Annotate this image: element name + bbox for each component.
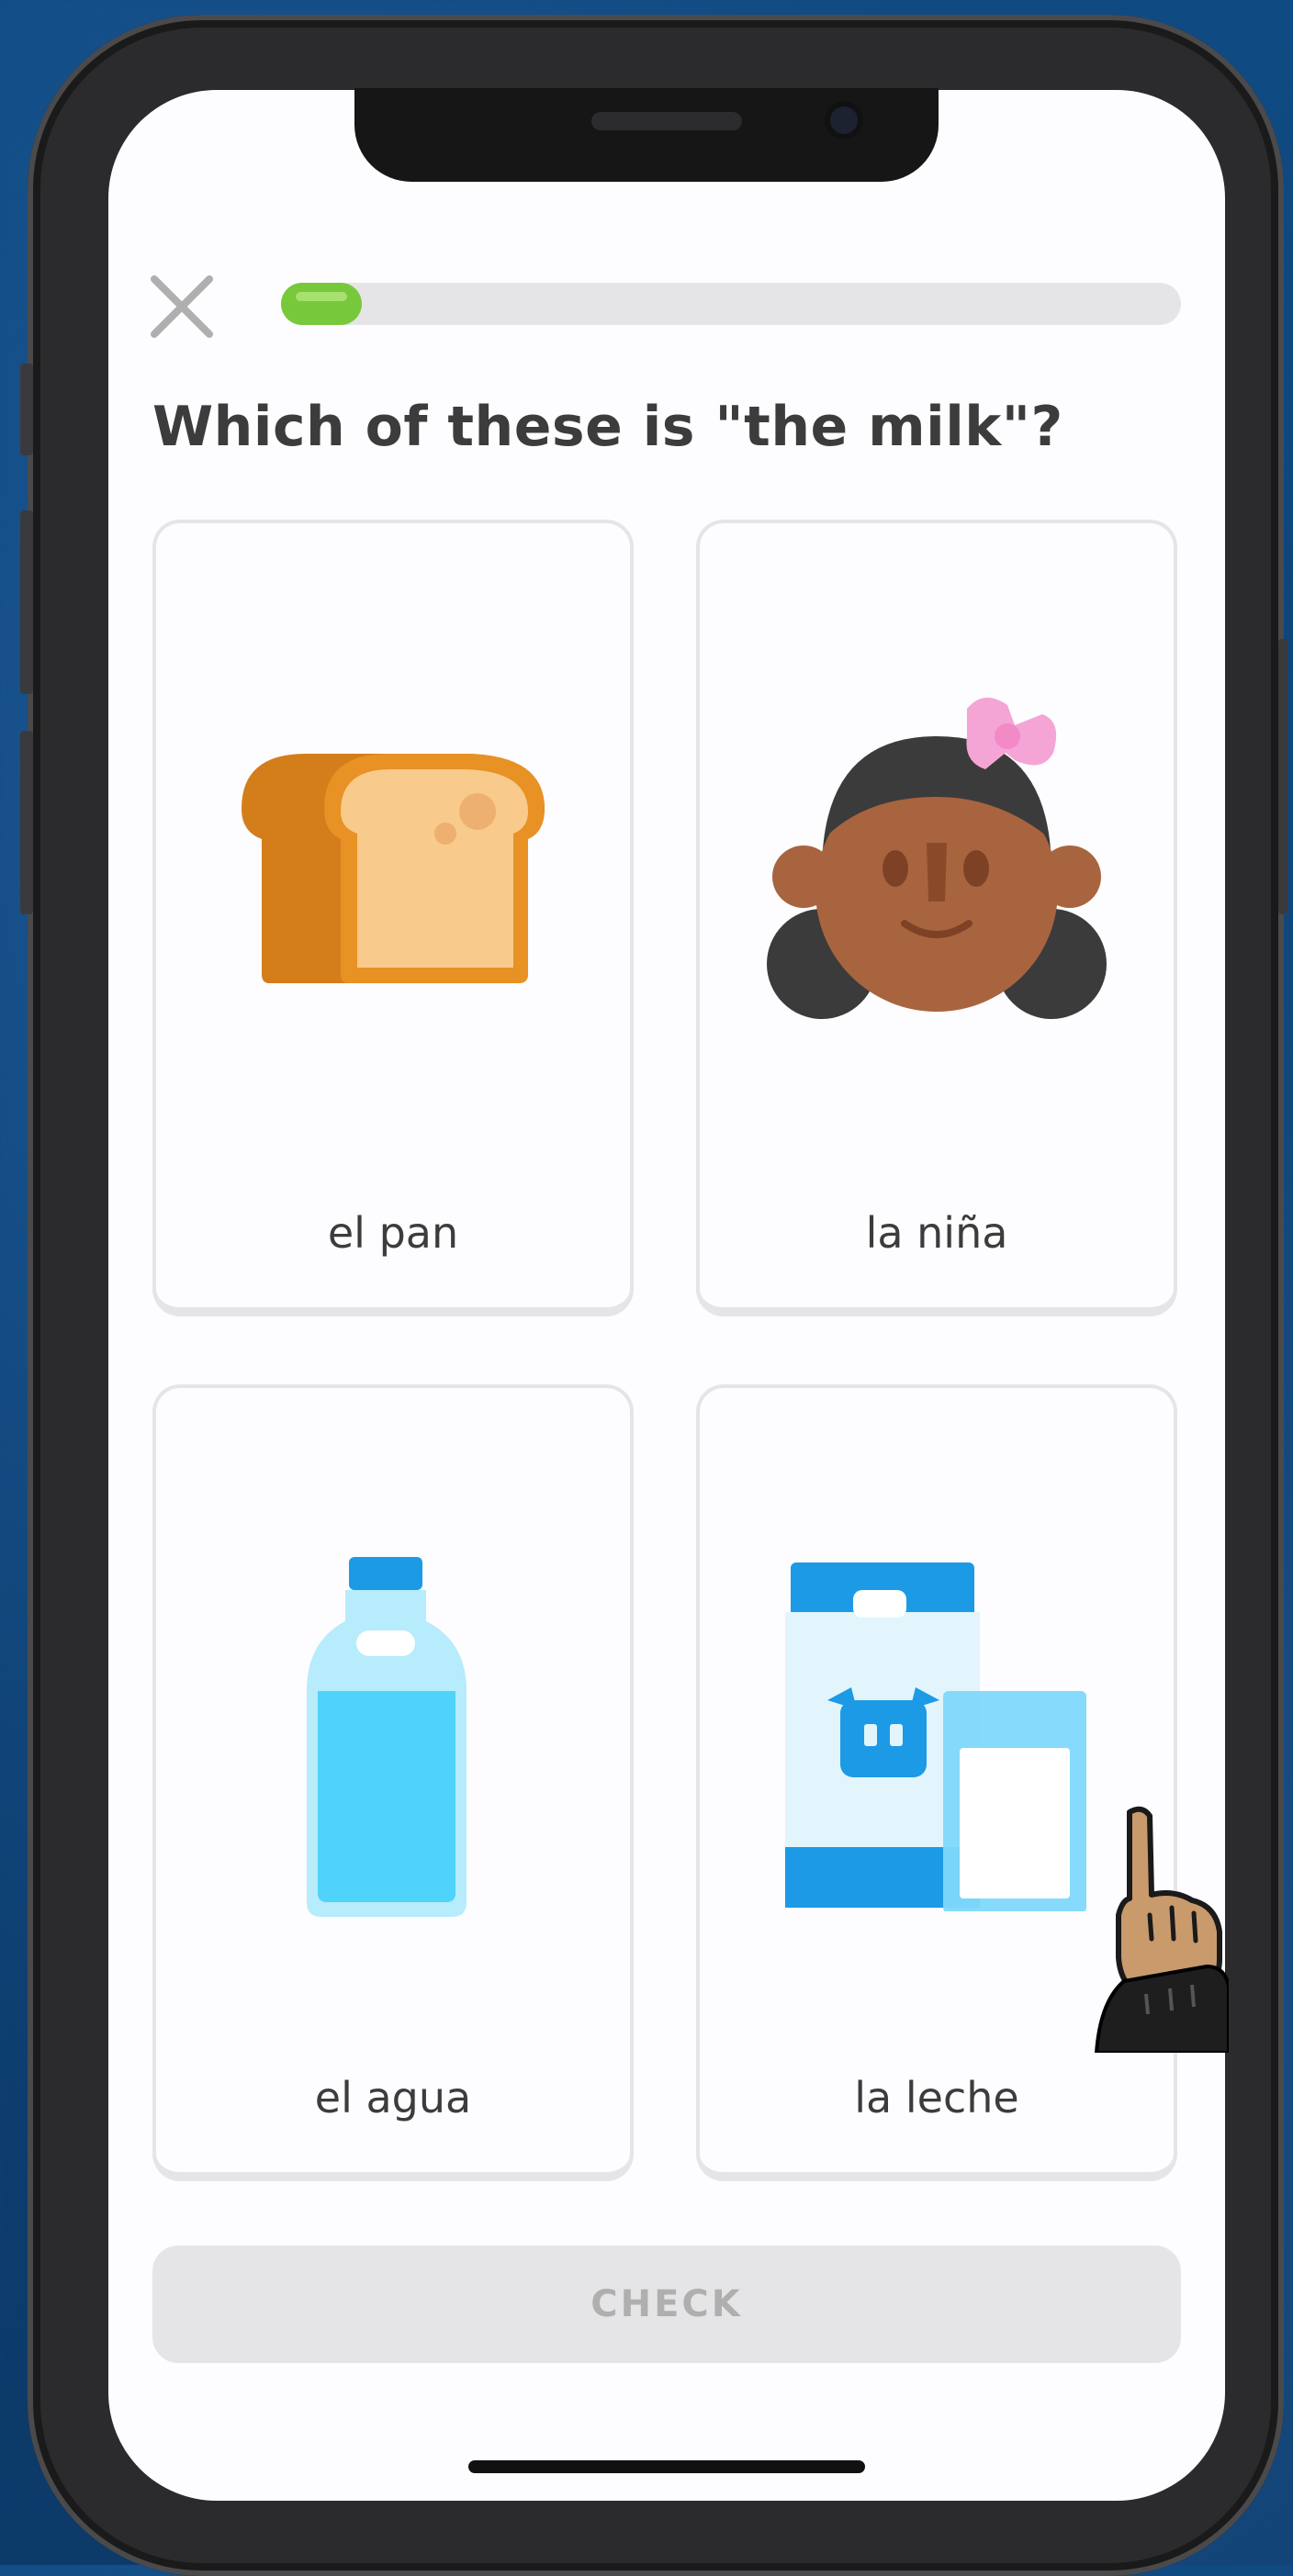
front-camera	[825, 101, 863, 140]
close-icon	[151, 275, 213, 338]
option-label: la niña	[865, 1208, 1008, 1258]
side-button	[20, 364, 33, 455]
check-button[interactable]: CHECK	[152, 2246, 1181, 2363]
volume-up-button	[20, 510, 33, 694]
question-prompt: Which of these is "the milk"?	[152, 395, 1063, 459]
option-card-el-agua[interactable]: el agua	[152, 1384, 634, 2181]
lesson-progress-fill	[281, 283, 362, 325]
hand-pointer-icon	[1094, 1806, 1229, 2053]
option-card-el-pan[interactable]: el pan	[152, 520, 634, 1316]
option-card-la-leche[interactable]: la leche	[696, 1384, 1177, 2181]
volume-down-button	[20, 731, 33, 914]
option-label: la leche	[854, 2073, 1019, 2122]
speaker-grille	[591, 112, 742, 130]
option-label: el agua	[314, 2073, 472, 2122]
option-card-la-nina[interactable]: la niña	[696, 520, 1177, 1316]
option-label: el pan	[327, 1208, 459, 1258]
progress-shine	[296, 292, 347, 301]
water-bottle-icon	[307, 1557, 467, 1917]
milk-carton-icon	[785, 1562, 1086, 1911]
lesson-progress-bar	[281, 283, 1181, 325]
home-indicator	[468, 2460, 865, 2473]
close-button[interactable]	[147, 272, 217, 342]
girl-icon	[767, 697, 1107, 1019]
bread-icon	[242, 754, 545, 983]
power-button	[1278, 639, 1287, 914]
